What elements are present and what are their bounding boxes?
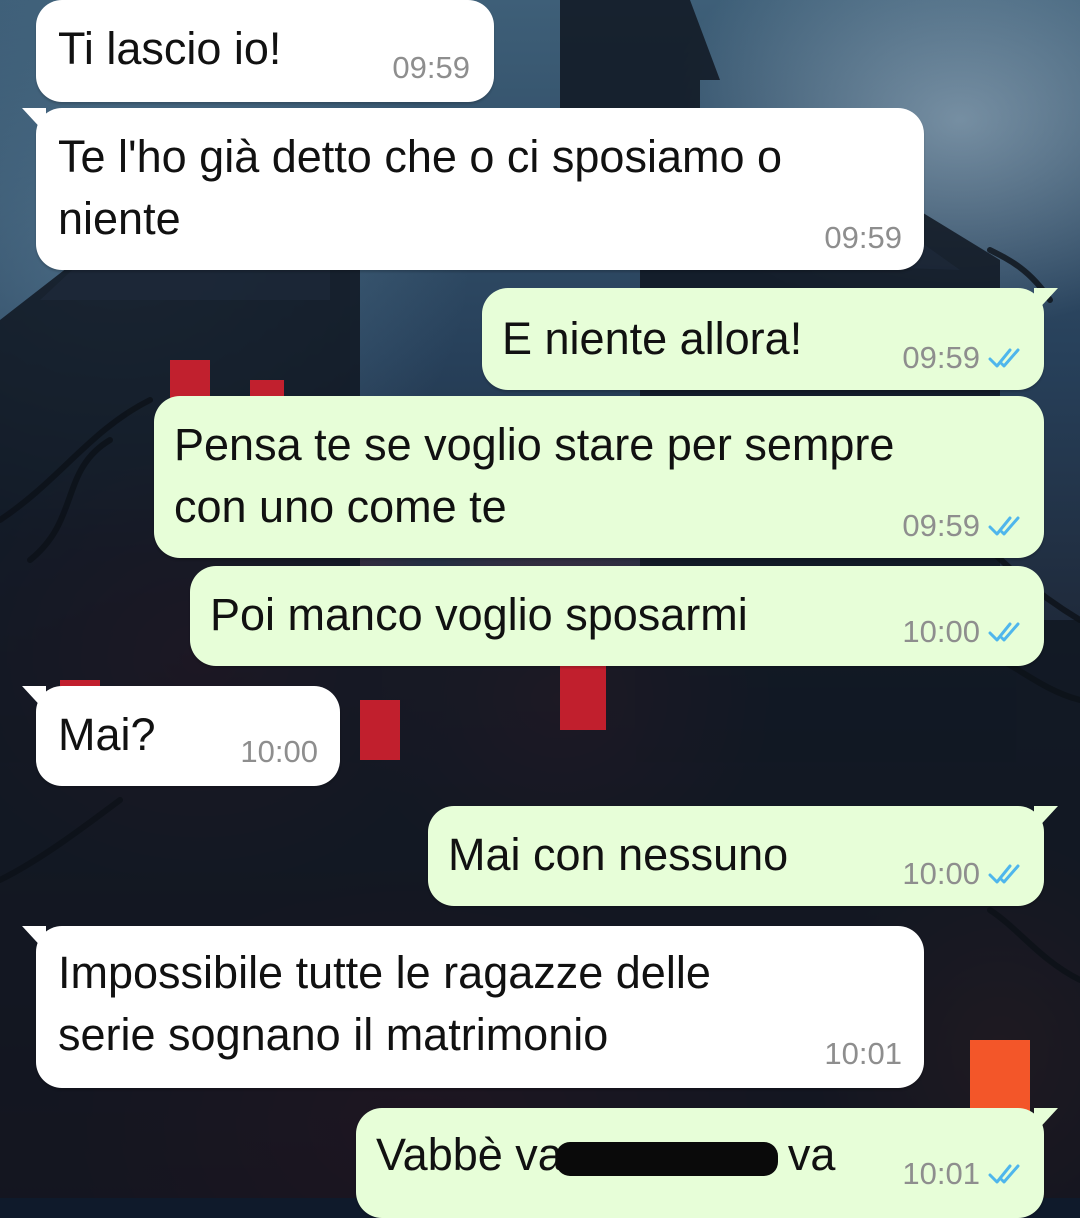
message-time: 09:59	[902, 340, 980, 375]
message-time: 10:00	[902, 856, 980, 891]
message-bubble-outgoing[interactable]: Vabbè va va 10:01	[356, 1108, 1058, 1218]
message-meta: 10:01	[902, 1156, 1024, 1192]
message-bubble-outgoing[interactable]: Poi manco voglio sposarmi 10:00	[190, 566, 1044, 666]
message-text: Te l'ho già detto che o ci sposiamo o ni…	[58, 131, 783, 244]
message-meta: 10:00	[240, 734, 318, 770]
bubble-tail	[22, 926, 46, 952]
double-check-icon	[988, 864, 1020, 884]
message-time: 10:00	[240, 734, 318, 769]
message-meta: 09:59	[902, 340, 1024, 376]
bubble-tail	[1034, 806, 1058, 832]
message-meta: 09:59	[824, 220, 902, 256]
message-bubble-incoming[interactable]: Impossibile tutte le ragazze delle serie…	[22, 926, 924, 1088]
chat-message-list[interactable]: Ti lascio io! 09:59 Te l'ho già detto ch…	[0, 0, 1080, 1218]
bubble-tail	[22, 108, 46, 134]
message-time: 10:01	[902, 1156, 980, 1191]
message-meta: 10:00	[902, 856, 1024, 892]
double-check-icon	[988, 1164, 1020, 1184]
redaction-scribble	[556, 1142, 778, 1176]
double-check-icon	[988, 348, 1020, 368]
message-meta: 10:01	[824, 1036, 902, 1072]
message-bubble-incoming[interactable]: Te l'ho già detto che o ci sposiamo o ni…	[22, 108, 924, 270]
message-text: E niente allora!	[502, 313, 803, 364]
double-check-icon	[988, 622, 1020, 642]
message-meta: 09:59	[902, 508, 1024, 544]
message-text: Poi manco voglio sposarmi	[210, 589, 748, 640]
message-text: Impossibile tutte le ragazze delle serie…	[58, 947, 711, 1060]
message-bubble-outgoing[interactable]: E niente allora! 09:59	[482, 288, 1058, 390]
message-text: Pensa te se voglio stare per sempre con …	[174, 419, 895, 532]
message-meta: 09:59	[392, 50, 470, 86]
message-text: Mai con nessuno	[448, 829, 789, 880]
message-bubble-incoming[interactable]: Ti lascio io! 09:59	[36, 0, 494, 102]
message-time: 10:00	[902, 614, 980, 649]
message-meta: 10:00	[902, 614, 1024, 650]
message-time: 09:59	[824, 220, 902, 255]
message-time: 09:59	[902, 508, 980, 543]
bubble-tail	[1034, 1108, 1058, 1134]
double-check-icon	[988, 516, 1020, 536]
bubble-tail	[22, 686, 46, 712]
message-time: 09:59	[392, 50, 470, 85]
message-text: Ti lascio io!	[58, 23, 282, 74]
message-text: Mai?	[58, 709, 156, 760]
bubble-tail	[1034, 288, 1058, 314]
message-bubble-outgoing[interactable]: Pensa te se voglio stare per sempre con …	[154, 396, 1044, 558]
message-bubble-incoming[interactable]: Mai? 10:00	[22, 686, 340, 786]
message-bubble-outgoing[interactable]: Mai con nessuno 10:00	[428, 806, 1058, 906]
message-time: 10:01	[824, 1036, 902, 1071]
